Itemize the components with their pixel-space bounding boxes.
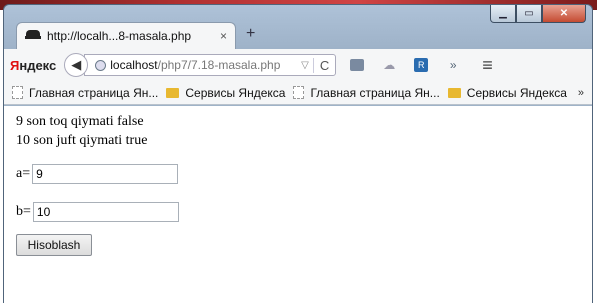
form-row-b: b= [16, 202, 580, 222]
browser-window: ▁ ▭ ✕ http://localh...8-masala.php × + Я… [3, 4, 593, 303]
address-bar[interactable]: localhost /php7/7.18-masala.php ▽ C [84, 54, 337, 76]
mail-icon[interactable] [350, 59, 365, 71]
url-path: /php7/7.18-masala.php [157, 58, 281, 72]
extension-icon[interactable]: R [414, 58, 429, 72]
result-line-1: 9 son toq qiymati false [16, 114, 144, 129]
new-tab-button[interactable]: + [246, 25, 255, 43]
b-label: b= [16, 204, 31, 219]
hisoblash-button[interactable]: Hisoblash [16, 234, 92, 256]
overflow-chevron-icon[interactable]: » [442, 56, 464, 74]
weather-icon[interactable]: ☁ [378, 56, 400, 74]
tab-title: http://localh...8-masala.php [47, 29, 192, 43]
incognito-icon [25, 30, 41, 42]
url-host: localhost [110, 58, 158, 72]
globe-icon [95, 59, 107, 71]
dropdown-arrow-icon[interactable]: ▽ [301, 60, 309, 71]
bookmarks-bar: Главная страница Ян... Сервисы Яндекса Г… [4, 81, 592, 105]
result-line-2: 10 son juft qiymati true [16, 133, 148, 148]
a-input[interactable] [32, 164, 179, 184]
yandex-logo[interactable]: Яндекс [10, 58, 56, 73]
bookmarks-overflow-icon[interactable]: » [578, 87, 584, 99]
navigation-bar: Яндекс ◀ localhost /php7/7.18-masala.php… [4, 49, 592, 81]
b-input[interactable] [32, 202, 179, 222]
page-content: 9 son toq qiymati false 10 son juft qiym… [4, 106, 592, 303]
back-arrow-icon: ◀ [71, 57, 82, 72]
tab-close-icon[interactable]: × [220, 29, 227, 43]
title-bar: ▁ ▭ ✕ http://localh...8-masala.php × + [4, 5, 592, 49]
bookmark-item[interactable]: Сервисы Яндекса [447, 86, 567, 100]
maximize-button[interactable]: ▭ [516, 5, 542, 23]
bookmark-item[interactable]: Главная страница Ян... [12, 86, 158, 100]
bookmark-item[interactable]: Сервисы Яндекса [166, 86, 285, 100]
toolbar-icons: ☁ R » ≡ [350, 55, 493, 76]
browser-tab[interactable]: http://localh...8-masala.php × [16, 22, 236, 49]
folder-icon [447, 87, 461, 98]
form-row-a: a= [16, 164, 580, 184]
reload-button[interactable]: C [312, 57, 329, 73]
page-icon [293, 86, 305, 99]
a-label: a= [16, 166, 31, 181]
window-controls: ▁ ▭ ✕ [490, 5, 586, 23]
menu-icon[interactable]: ≡ [482, 55, 493, 76]
close-window-button[interactable]: ✕ [542, 5, 586, 23]
minimize-button[interactable]: ▁ [490, 5, 516, 23]
page-icon [12, 86, 23, 99]
folder-icon [166, 87, 180, 98]
bookmark-item[interactable]: Главная страница Ян... [293, 86, 440, 100]
